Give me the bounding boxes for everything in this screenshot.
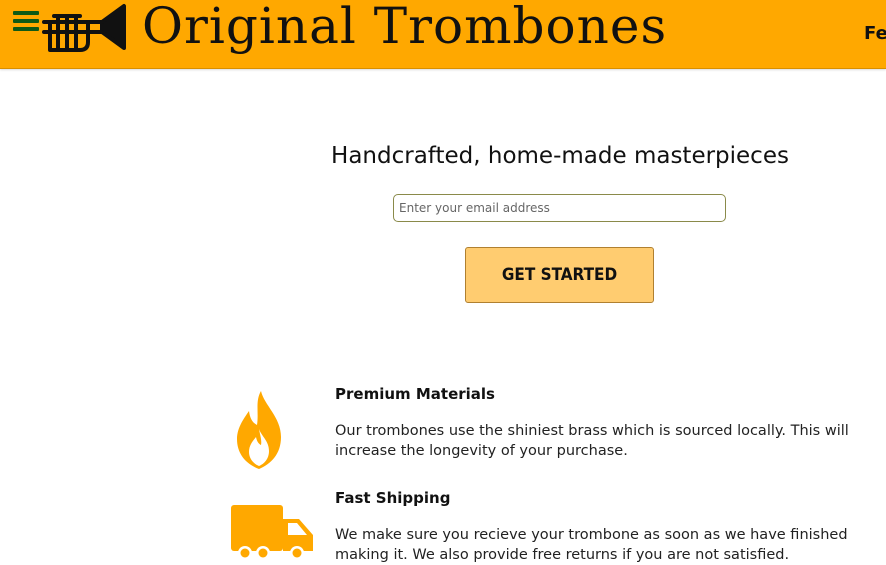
feature-description: Our trombones use the shiniest brass whi… — [335, 423, 849, 459]
hamburger-menu-icon[interactable] — [13, 11, 41, 35]
site-header: Original Trombones Fea — [0, 0, 886, 69]
email-input[interactable] — [393, 194, 726, 222]
feature-title: Premium Materials — [335, 385, 495, 403]
get-started-button[interactable]: GET STARTED — [465, 247, 654, 303]
hero-headline: Handcrafted, home-made masterpieces — [331, 143, 789, 169]
flame-icon — [237, 391, 281, 469]
trombone-logo-icon[interactable] — [40, 2, 128, 56]
nav-link-features[interactable]: Fea — [864, 23, 886, 44]
feature-description: We make sure you recieve your trombone a… — [335, 527, 848, 563]
brand-title[interactable]: Original Trombones — [142, 0, 667, 55]
feature-title: Fast Shipping — [335, 489, 451, 507]
truck-icon — [231, 505, 313, 560]
